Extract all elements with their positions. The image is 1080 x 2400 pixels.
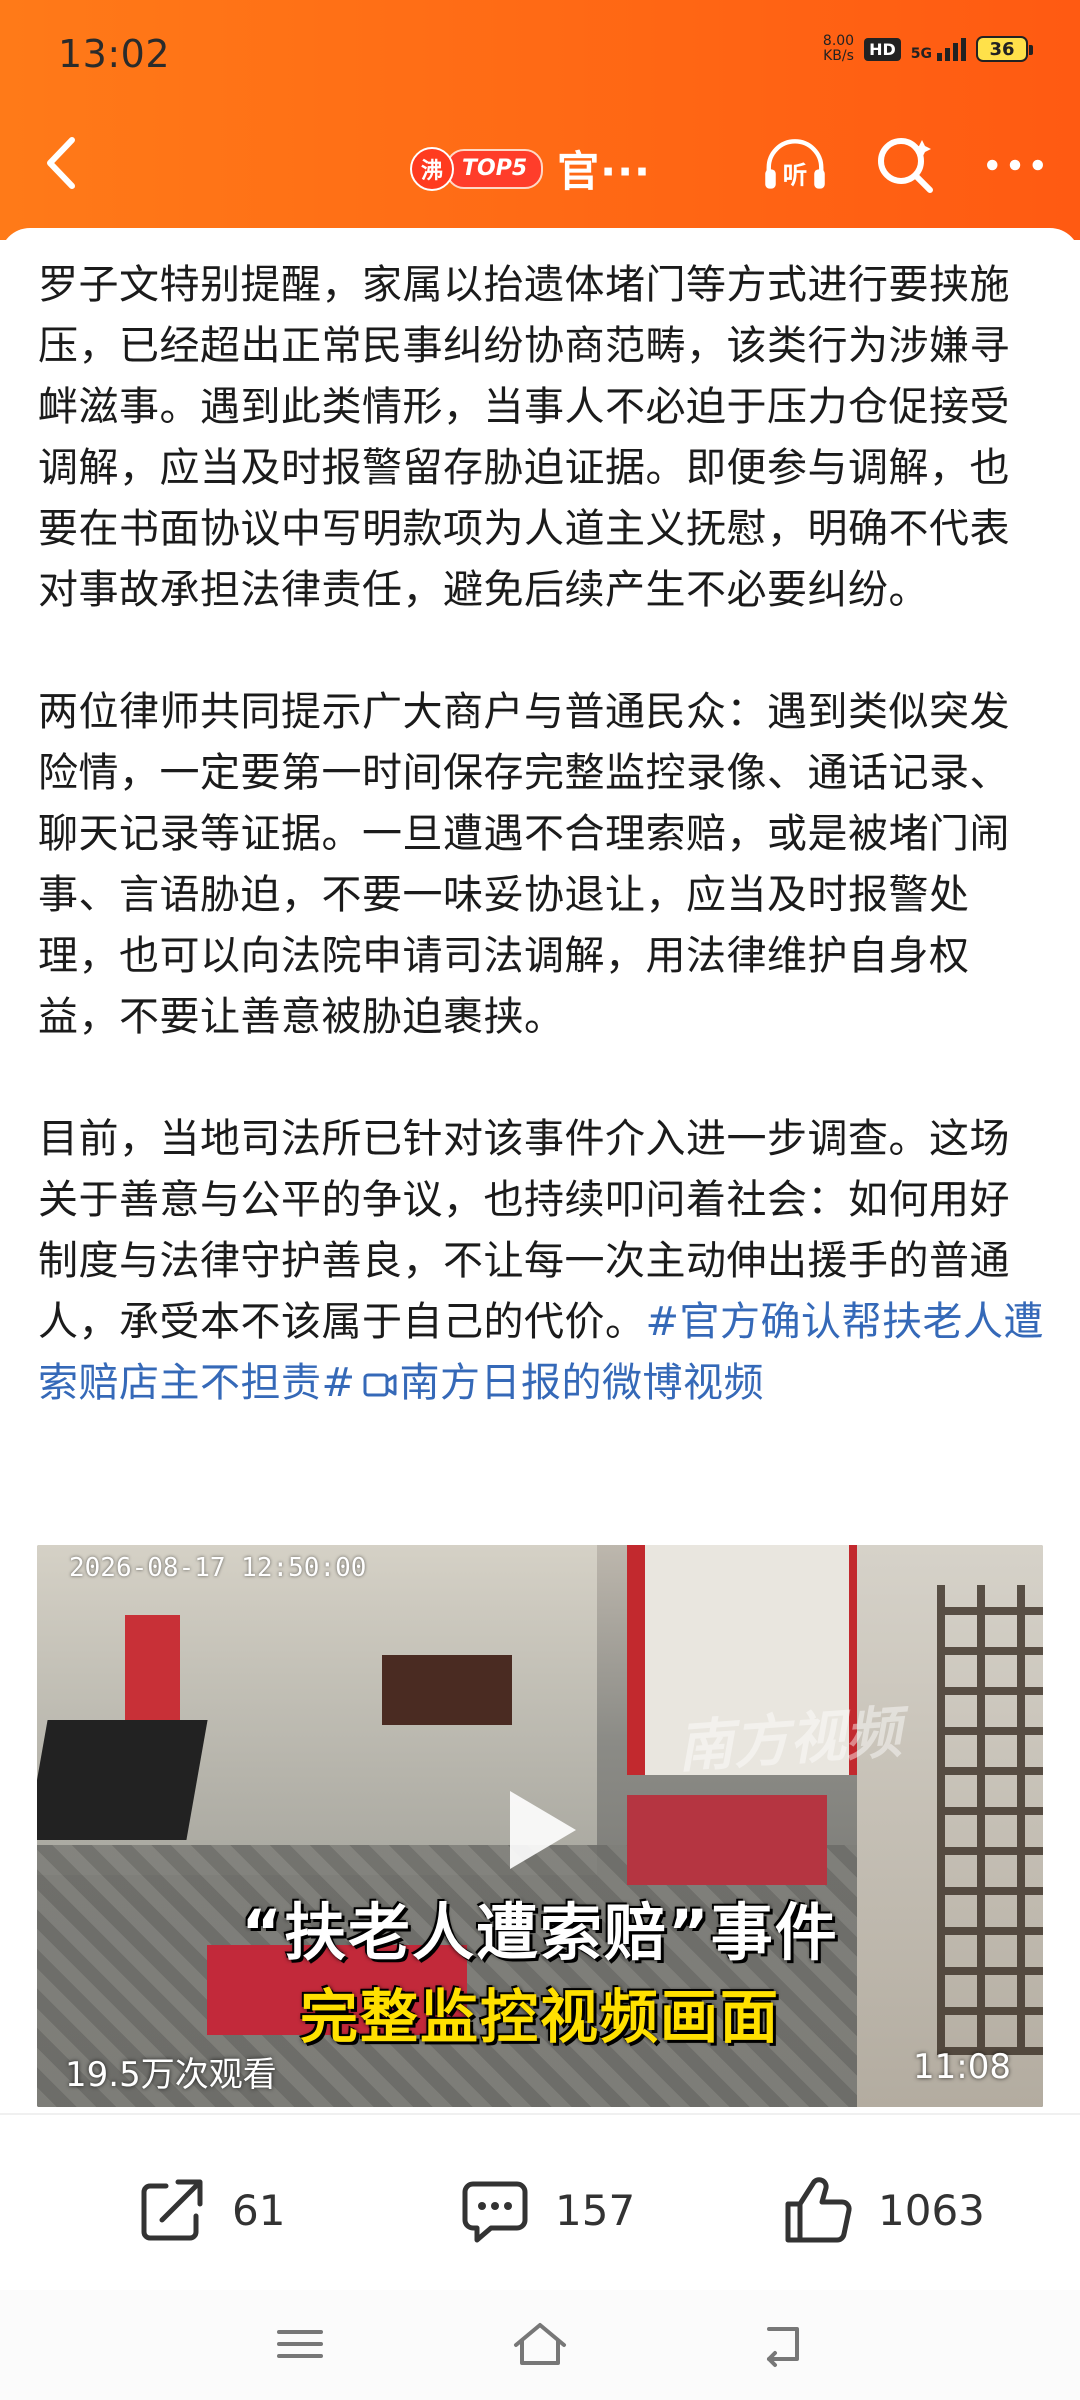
network-type: 5G (910, 45, 932, 62)
thumbs-up-icon (785, 2177, 852, 2243)
video-scene-table (627, 1795, 827, 1885)
hd-icon: HD (864, 37, 901, 61)
svg-text:听: 听 (783, 160, 808, 189)
fire-icon: 沸 (410, 146, 454, 191)
share-count: 61 (232, 2185, 286, 2235)
nav-actions: 听 (760, 130, 1050, 200)
network-speed: 8.00 KB/s (823, 34, 854, 64)
return-icon (767, 2327, 799, 2367)
nav-title-group[interactable]: 沸 TOP5 官··· (410, 138, 651, 199)
header-background: 13:02 8.00 KB/s HD 5G 36 沸 TOP5 官··· 听 (0, 0, 1080, 240)
recents-button[interactable] (260, 2314, 340, 2374)
video-source-link[interactable]: 南方日报的微博视频 (400, 1360, 765, 1406)
paragraph-1: 罗子文特别提醒，家属以抬遗体堵门等方式进行要挟施压，已经超出正常民事纠纷协商范畴… (38, 262, 1010, 613)
listen-button[interactable]: 听 (760, 130, 830, 200)
battery-level: 36 (989, 38, 1015, 60)
hot-top5-logo: 沸 TOP5 (410, 146, 544, 191)
video-duration: 11:08 (913, 2047, 1011, 2087)
like-count: 1063 (878, 2185, 985, 2235)
comment-button[interactable]: 157 (455, 2150, 635, 2270)
search-icon (878, 138, 933, 193)
video-caption-subtitle: 完整监控视频画面 (299, 1983, 780, 2051)
video-timestamp: 2026-08-17 12:50:00 (69, 1553, 367, 1583)
network-speed-value: 8.00 (822, 33, 855, 49)
play-icon[interactable] (502, 1785, 582, 1875)
status-time: 13:02 (58, 32, 171, 76)
status-icons: 8.00 KB/s HD 5G 36 (823, 34, 1033, 64)
video-watermark: 南方视频 (675, 1700, 904, 1781)
comment-icon (462, 2181, 528, 2243)
article-body: 罗子文特别提醒，家属以抬遗体堵门等方式进行要挟施压，已经超出正常民事纠纷协商范畴… (38, 255, 1048, 1414)
video-caption-title: “扶老人遭索赔”事件 (241, 1896, 839, 1969)
video-scene-calendar (125, 1615, 180, 1725)
video-player[interactable]: 2026-08-17 12:50:00 南方视频 “扶老人遭索赔”事件 完整监控… (37, 1545, 1043, 2107)
page-title: 官··· (557, 147, 652, 196)
video-scene-table (37, 1720, 208, 1840)
network-speed-unit: KB/s (823, 48, 854, 64)
share-button[interactable]: 61 (132, 2150, 285, 2270)
paragraph-2: 两位律师共同提示广大商户与普通民众：遇到类似突发险情，一定要第一时间保存完整监控… (38, 689, 1010, 1040)
status-bar: 13:02 8.00 KB/s HD 5G 36 (0, 0, 1080, 110)
battery-icon: 36 (976, 36, 1033, 62)
more-icon (987, 159, 1043, 171)
video-view-count: 19.5万次观看 (65, 2055, 277, 2095)
video-scene-table (382, 1655, 512, 1725)
headphones-icon: 听 (765, 139, 825, 189)
like-button[interactable]: 1063 (778, 2150, 985, 2270)
paragraph-3: 目前，当地司法所已针对该事件介入进一步调查。这场关于善意与公平的争议，也持续叩问… (38, 1109, 1048, 1414)
home-icon (514, 2323, 566, 2365)
home-button[interactable] (500, 2314, 580, 2374)
action-divider (0, 2113, 1080, 2115)
system-navigation-bar (0, 2290, 1080, 2400)
menu-icon (277, 2330, 323, 2358)
top5-badge: TOP5 (446, 148, 544, 189)
share-icon (141, 2179, 203, 2241)
signal-icon: 5G (910, 37, 966, 62)
search-button[interactable] (870, 130, 940, 200)
top-navigation: 沸 TOP5 官··· 听 (0, 110, 1080, 220)
action-bar: 61 157 1063 (0, 2150, 1080, 2270)
comment-count: 157 (555, 2185, 636, 2235)
back-icon (47, 137, 75, 189)
video-link-icon (363, 1373, 397, 1397)
back-nav-button[interactable] (742, 2314, 822, 2374)
back-button[interactable] (30, 128, 100, 198)
more-button[interactable] (980, 130, 1050, 200)
